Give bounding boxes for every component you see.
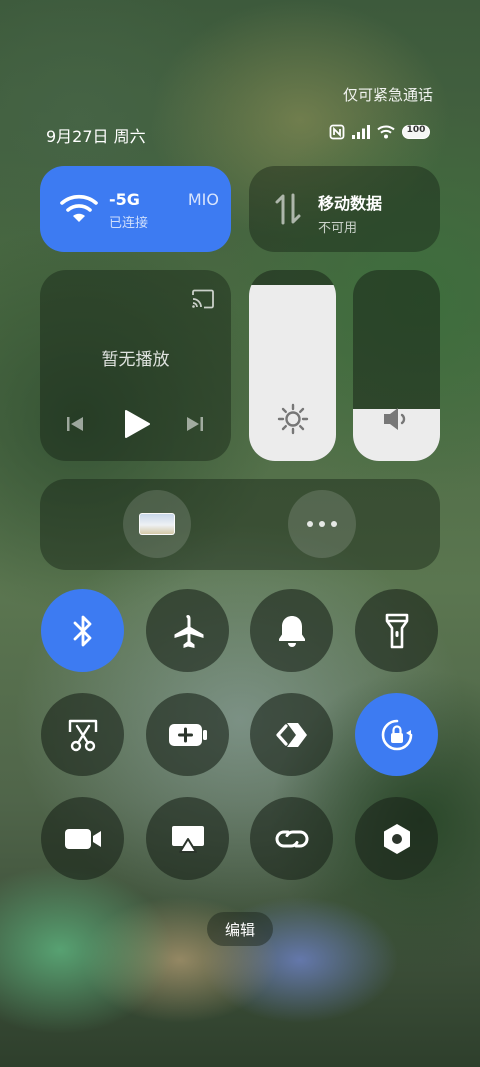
screen-mirror-toggle[interactable]	[146, 797, 229, 880]
screen-record-toggle[interactable]	[41, 797, 124, 880]
wifi-status-text: 已连接	[109, 216, 149, 231]
emergency-calls-only-text: 仅可紧急通话	[342, 86, 433, 104]
settings-toggle[interactable]	[355, 797, 438, 880]
bluetooth-icon	[71, 614, 95, 648]
status-icons: 100	[329, 124, 430, 140]
wifi-network-name-suffix: MIO	[187, 190, 219, 209]
battery-saver-icon	[168, 723, 208, 747]
mobile-data-tile[interactable]: 移动数据 不可用	[249, 166, 440, 252]
cast-toggle[interactable]	[250, 693, 333, 776]
play-button[interactable]	[123, 409, 151, 439]
signal-icon	[352, 125, 370, 139]
screen-mirror-icon	[170, 824, 206, 854]
screen-preview-button[interactable]	[123, 490, 191, 558]
media-player-tile[interactable]: 暂无播放	[40, 270, 231, 461]
screen-preview-icon	[139, 513, 175, 535]
brightness-icon	[277, 403, 309, 435]
flashlight-icon	[385, 613, 409, 649]
rotation-lock-icon	[378, 716, 416, 754]
airplane-icon	[170, 613, 206, 649]
mobile-data-status: 不可用	[318, 221, 358, 236]
link-toggle[interactable]	[250, 797, 333, 880]
brightness-slider[interactable]	[249, 270, 336, 461]
date-text: 9月27日 周六	[46, 127, 146, 146]
video-camera-icon	[64, 827, 102, 851]
bluetooth-toggle[interactable]	[41, 589, 124, 672]
flashlight-toggle[interactable]	[355, 589, 438, 672]
next-track-button[interactable]	[185, 414, 205, 434]
mobile-data-icon	[274, 193, 302, 225]
previous-track-button[interactable]	[65, 414, 85, 434]
battery-level-text: 100	[406, 125, 426, 135]
more-dots-icon	[306, 520, 338, 528]
hexagon-settings-icon	[381, 822, 413, 856]
wifi-status-icon	[377, 125, 395, 139]
bell-icon	[277, 614, 307, 648]
wifi-icon	[60, 194, 98, 224]
wifi-network-name: -5G	[109, 190, 140, 209]
more-options-button[interactable]	[288, 490, 356, 558]
nfc-icon	[329, 124, 345, 140]
quick-actions-row	[40, 479, 440, 570]
ringer-toggle[interactable]	[250, 589, 333, 672]
link-icon	[273, 825, 311, 853]
wifi-tile[interactable]: -5G MIO 已连接	[40, 166, 231, 252]
edit-button[interactable]: 编辑	[207, 912, 273, 946]
screenshot-toggle[interactable]	[41, 693, 124, 776]
media-status-text: 暂无播放	[101, 350, 170, 370]
scissors-icon	[66, 718, 100, 752]
volume-icon	[381, 405, 413, 433]
battery-saver-toggle[interactable]	[146, 693, 229, 776]
airplane-mode-toggle[interactable]	[146, 589, 229, 672]
cast-icon[interactable]	[191, 289, 215, 309]
cast-link-icon	[275, 721, 309, 749]
volume-slider[interactable]	[353, 270, 440, 461]
battery-icon: 100	[402, 125, 430, 139]
rotation-lock-toggle[interactable]	[355, 693, 438, 776]
mobile-data-title: 移动数据	[318, 194, 383, 213]
